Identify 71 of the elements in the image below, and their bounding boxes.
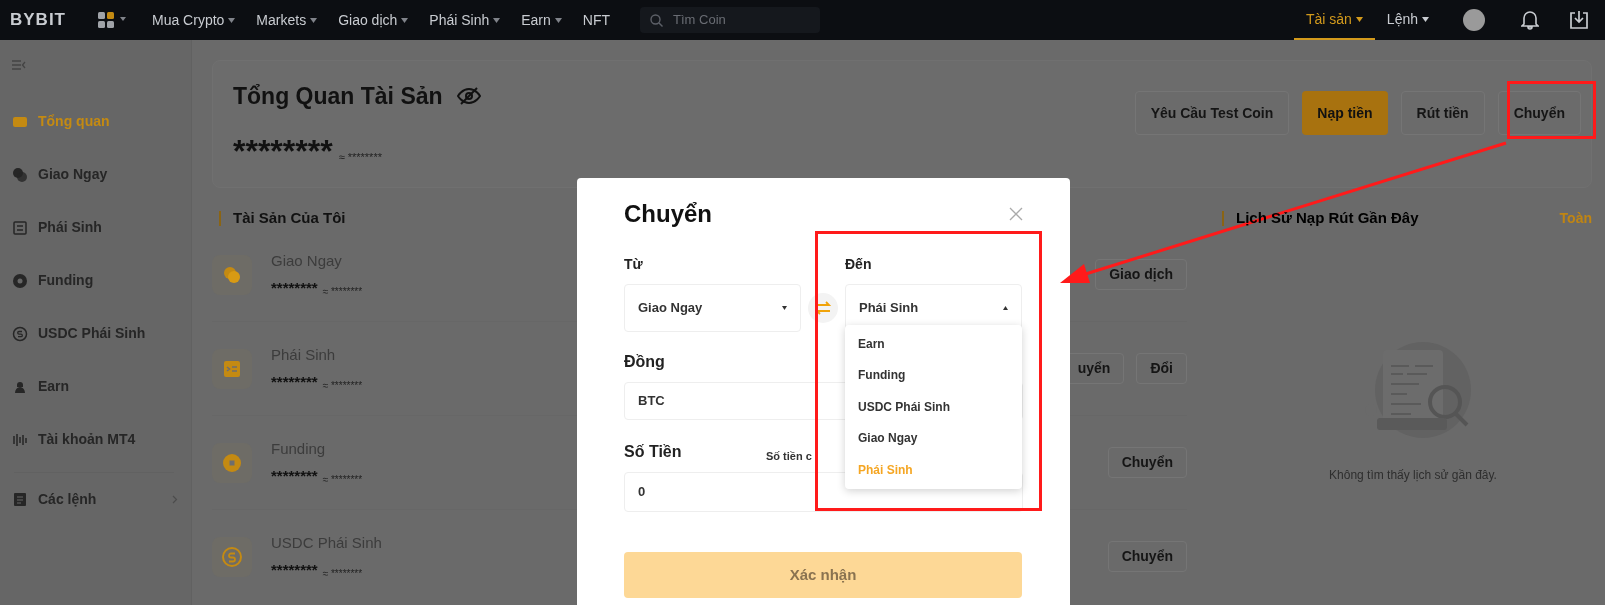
nav-menu-item[interactable]: NFT [582, 9, 611, 31]
field-label: Số Tiền [624, 442, 683, 462]
field-label: Từ [624, 255, 644, 274]
balance-approx: ≈ ******** [322, 379, 363, 393]
download-icon[interactable] [1569, 10, 1589, 30]
available-amount-label: Số tiền c [766, 448, 812, 464]
from-select[interactable]: Giao Ngay [624, 284, 801, 332]
account-balance: ******** [271, 559, 318, 580]
sidebar-item-icon [12, 166, 28, 183]
logo[interactable]: BYBIT [10, 7, 76, 33]
account-icon [212, 536, 252, 577]
nav-menu-item[interactable]: Phái Sinh [429, 9, 501, 31]
total-balance: ******** [233, 135, 333, 166]
avatar[interactable] [1463, 9, 1485, 31]
sidebar-item[interactable]: Giao Ngay [12, 148, 178, 201]
nav-menu-item[interactable]: Giao dịch [338, 9, 409, 31]
dropdown-option[interactable]: Giao Ngay [845, 422, 1022, 454]
balance-approx: ≈ ******** [322, 473, 363, 487]
balance-approx: ≈ ******** [338, 150, 382, 165]
sidebar-item[interactable]: Phái Sinh [12, 201, 178, 254]
account-action-button[interactable]: Đổi [1136, 353, 1187, 384]
balance-approx: ≈ ******** [322, 285, 363, 299]
sidebar-item[interactable]: USDC Phái Sinh [12, 307, 178, 360]
nav-menu-item[interactable]: Markets [256, 9, 318, 31]
sidebar-item[interactable]: Tài khoản MT4 [12, 413, 178, 466]
account-balance: ******** [271, 277, 318, 298]
action-button[interactable]: Rút tiền [1400, 91, 1485, 135]
field-label: Đồng [624, 352, 665, 372]
account-balance: ******** [271, 465, 318, 486]
nav-menu-item[interactable]: Mua Crypto [152, 9, 236, 31]
action-button[interactable]: Yêu Cầu Test Coin [1134, 91, 1290, 135]
field-label: Đến [845, 255, 873, 274]
action-button[interactable]: Chuyển [1497, 91, 1581, 135]
account-icon [212, 442, 252, 483]
account-icon [212, 348, 252, 389]
confirm-button[interactable]: Xác nhận [624, 552, 1022, 598]
action-button[interactable]: Nạp tiền [1302, 91, 1388, 135]
search-field[interactable]: Tìm Coin [640, 7, 821, 33]
account-action-button[interactable]: Giao dịch [1095, 259, 1187, 290]
nav-menu-item[interactable]: Earn [521, 9, 562, 31]
page-title: Tổng Quan Tài Sản [233, 82, 443, 111]
balance-approx: ≈ ******** [322, 567, 363, 581]
sidebar-item[interactable]: Tổng quan [12, 95, 178, 148]
empty-state-text: Không tìm thấy lịch sử gần đây. [1329, 467, 1497, 484]
caret-down-icon [782, 306, 787, 310]
account-action-button[interactable]: Chuyển [1107, 541, 1187, 572]
account-action-button[interactable]: Chuyển [1107, 447, 1187, 478]
sidebar-item[interactable]: Earn [12, 360, 178, 413]
dropdown-option[interactable]: USDC Phái Sinh [845, 391, 1022, 423]
search-icon [650, 13, 664, 27]
account-balance: ******** [271, 371, 318, 392]
chevron-right-icon [172, 494, 178, 504]
sidebar-item-icon [12, 431, 28, 448]
nav-tab[interactable]: Tài sản [1293, 0, 1375, 40]
sidebar-item-icon [12, 219, 28, 236]
caret-icon [1355, 16, 1363, 22]
sidebar-item-icon [12, 272, 28, 289]
account-icon [212, 254, 252, 295]
sidebar-item[interactable]: Các lệnh [12, 479, 178, 519]
section-title: Tài Sản Của Tôi [233, 207, 346, 228]
eye-off-icon[interactable] [456, 87, 481, 106]
caret-icon [1422, 16, 1429, 22]
dialog-title: Chuyển [624, 199, 712, 229]
notification-bell-icon[interactable] [1521, 10, 1539, 30]
caret-up-icon [1003, 306, 1008, 310]
apps-grid-icon[interactable] [98, 12, 128, 28]
swap-icon[interactable] [808, 293, 838, 323]
sidebar-item-icon [12, 491, 28, 507]
nav-tab[interactable]: Lệnh [1374, 0, 1441, 40]
sidebar-item[interactable]: Funding [12, 254, 178, 307]
sidebar-item-icon [12, 325, 28, 342]
